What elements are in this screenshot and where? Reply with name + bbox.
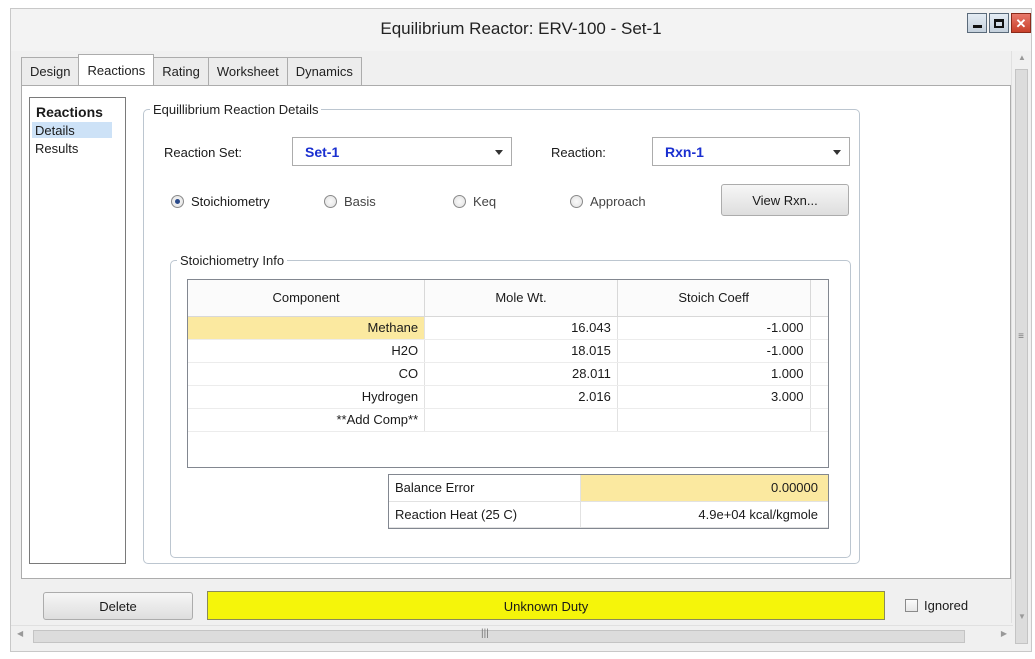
scroll-up-icon[interactable]: ▲ [1012, 53, 1032, 62]
table-row: Reaction Heat (25 C) 4.9e+04 kcal/kgmole [389, 501, 828, 528]
tab-dynamics[interactable]: Dynamics [286, 57, 362, 85]
equilibrium-reaction-details-legend: Equillibrium Reaction Details [153, 102, 319, 117]
stoich-coeff-cell[interactable] [617, 408, 811, 432]
balance-summary-table: Balance Error 0.00000 Reaction Heat (25 … [388, 474, 829, 529]
radio-keq-label: Keq [473, 194, 497, 209]
table-row: CO 28.011 1.000 [188, 362, 828, 386]
reactions-nav-pane: Reactions Details Results [29, 97, 126, 564]
duty-status-bar: Unknown Duty [207, 591, 885, 620]
nav-title: Reactions [36, 104, 103, 120]
window-title: Equilibrium Reactor: ERV-100 - Set-1 [380, 19, 662, 38]
title-bar[interactable]: Equilibrium Reactor: ERV-100 - Set-1 ✕ [11, 9, 1031, 51]
balance-error-label: Balance Error [389, 475, 581, 502]
stoich-coeff-cell[interactable]: 1.000 [617, 362, 811, 386]
stoichiometry-grid: Component Mole Wt. Stoich Coeff Methane … [187, 279, 829, 468]
window-controls: ✕ [967, 13, 1031, 33]
close-button[interactable]: ✕ [1011, 13, 1031, 33]
reaction-set-label: Reaction Set: [164, 145, 243, 160]
status-bar: Delete Unknown Duty Ignored [21, 588, 1011, 622]
tab-content-panel: Reactions Details Results Equillibrium R… [21, 85, 1011, 579]
radio-icon [570, 195, 583, 208]
chevron-down-icon [833, 150, 841, 155]
maximize-button[interactable] [989, 13, 1009, 33]
checkbox-icon [905, 599, 918, 612]
delete-button[interactable]: Delete [43, 592, 193, 620]
stoichiometry-info-legend: Stoichiometry Info [180, 253, 285, 268]
column-header-spacer [810, 280, 828, 317]
scroll-right-icon[interactable]: ▶ [1001, 629, 1007, 638]
scroll-grip-icon: ||| [481, 628, 489, 639]
table-row: Hydrogen 2.016 3.000 [188, 385, 828, 409]
vertical-scroll-thumb[interactable] [1015, 69, 1028, 644]
mole-wt-cell[interactable]: 18.015 [424, 339, 618, 363]
scroll-grip-icon: ≡ [1018, 331, 1024, 342]
minimize-button[interactable] [967, 13, 987, 33]
spacer-cell [810, 385, 828, 409]
radio-approach-label: Approach [590, 194, 646, 209]
reaction-value: Rxn-1 [665, 144, 704, 160]
column-header-stoich-coeff[interactable]: Stoich Coeff [617, 280, 811, 317]
mole-wt-cell[interactable] [424, 408, 618, 432]
mole-wt-cell[interactable]: 28.011 [424, 362, 618, 386]
table-row: H2O 18.015 -1.000 [188, 339, 828, 363]
radio-stoichiometry-label: Stoichiometry [191, 194, 270, 209]
reaction-label: Reaction: [551, 145, 606, 160]
column-header-mole-wt[interactable]: Mole Wt. [424, 280, 618, 317]
mole-wt-cell[interactable]: 2.016 [424, 385, 618, 409]
reaction-dropdown[interactable]: Rxn-1 [652, 137, 850, 166]
stoich-coeff-cell[interactable]: -1.000 [617, 339, 811, 363]
reaction-heat-value[interactable]: 4.9e+04 kcal/kgmole [580, 501, 828, 528]
reaction-heat-label: Reaction Heat (25 C) [389, 501, 581, 528]
tab-rating[interactable]: Rating [153, 57, 209, 85]
component-cell[interactable]: H2O [188, 339, 426, 363]
add-component-cell[interactable]: **Add Comp** [188, 408, 426, 432]
grid-header-row: Component Mole Wt. Stoich Coeff [188, 280, 828, 317]
spacer-cell [810, 362, 828, 386]
component-cell[interactable]: CO [188, 362, 426, 386]
tab-worksheet[interactable]: Worksheet [207, 57, 288, 85]
spacer-cell [810, 316, 828, 340]
radio-basis[interactable]: Basis [324, 194, 376, 209]
component-cell[interactable]: Hydrogen [188, 385, 426, 409]
reaction-set-dropdown[interactable]: Set-1 [292, 137, 512, 166]
radio-icon [453, 195, 466, 208]
radio-stoichiometry[interactable]: Stoichiometry [171, 194, 270, 209]
radio-icon [324, 195, 337, 208]
balance-error-value[interactable]: 0.00000 [580, 475, 828, 502]
tab-design[interactable]: Design [21, 57, 80, 85]
table-row: Methane 16.043 -1.000 [188, 316, 828, 340]
spacer-cell [810, 339, 828, 363]
nav-item-results[interactable]: Results [30, 140, 125, 156]
tab-strip: Design Reactions Rating Worksheet Dynami… [21, 54, 362, 85]
radio-selected-icon [171, 195, 184, 208]
mole-wt-cell[interactable]: 16.043 [424, 316, 618, 340]
tab-reactions[interactable]: Reactions [78, 54, 155, 85]
table-row: **Add Comp** [188, 408, 828, 432]
column-header-component[interactable]: Component [188, 280, 426, 317]
minimize-icon [972, 24, 982, 28]
component-cell[interactable]: Methane [188, 316, 426, 340]
spacer-cell [810, 408, 828, 432]
radio-approach[interactable]: Approach [570, 194, 646, 209]
horizontal-scrollbar[interactable]: ◀ ||| ▶ [11, 625, 1013, 645]
scroll-down-icon[interactable]: ▼ [1012, 612, 1032, 621]
view-rxn-button[interactable]: View Rxn... [721, 184, 849, 216]
reaction-set-value: Set-1 [305, 144, 340, 160]
ignored-label: Ignored [924, 598, 969, 613]
stoich-coeff-cell[interactable]: 3.000 [617, 385, 811, 409]
radio-basis-label: Basis [344, 194, 376, 209]
vertical-scrollbar[interactable]: ▲ ≡ ▼ [1011, 51, 1032, 644]
ignored-checkbox[interactable]: Ignored [905, 598, 968, 613]
equilibrium-reactor-window: Equilibrium Reactor: ERV-100 - Set-1 ✕ D… [10, 8, 1032, 652]
scroll-left-icon[interactable]: ◀ [17, 629, 23, 638]
chevron-down-icon [495, 150, 503, 155]
table-row: Balance Error 0.00000 [389, 475, 828, 502]
radio-keq[interactable]: Keq [453, 194, 496, 209]
nav-item-details[interactable]: Details [32, 122, 112, 138]
horizontal-scroll-thumb[interactable] [33, 630, 965, 643]
close-icon: ✕ [1015, 15, 1027, 31]
maximize-icon [994, 18, 1004, 28]
stoich-coeff-cell[interactable]: -1.000 [617, 316, 811, 340]
